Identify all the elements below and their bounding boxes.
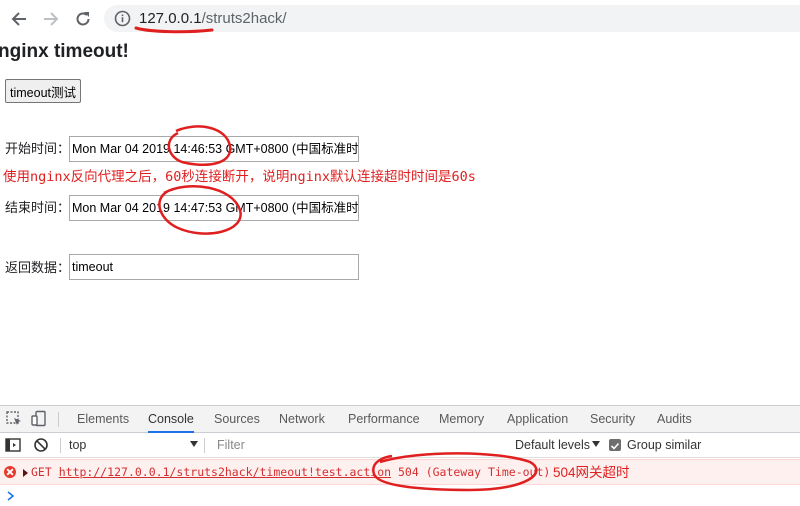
result-label: 返回数据： [5,260,71,275]
forward-arrow-icon[interactable] [40,8,62,30]
start-time-label: 开始时间： [5,141,71,156]
browser-toolbar: 127.0.0.1/struts2hack/ [0,0,800,38]
devtools-panel: Elements Console Sources Network Perform… [0,405,800,501]
tab-performance[interactable]: Performance [348,406,420,433]
console-filterbar: top Filter Default levels Group similar [0,433,800,458]
url-host: 127.0.0.1 [139,10,202,27]
annotation-text: 使用nginx反向代理之后，60秒连接断开，说明nginx默认连接超时时间是60… [3,169,476,185]
filter-separator [204,438,205,453]
tab-application[interactable]: Application [507,406,568,433]
tab-console[interactable]: Console [148,406,194,433]
tab-audits[interactable]: Audits [657,406,692,433]
device-toolbar-icon[interactable] [30,410,48,428]
inspect-element-icon[interactable] [5,410,23,428]
url-path: /struts2hack/ [201,10,287,27]
address-bar[interactable]: 127.0.0.1/struts2hack/ [104,5,800,32]
url-text[interactable]: 127.0.0.1/struts2hack/ [139,9,287,28]
tab-elements[interactable]: Elements [77,406,129,433]
timeout-test-button[interactable]: timeout测试 [5,79,81,103]
error-url-link[interactable]: http://127.0.0.1/struts2hack/timeout!tes… [59,465,391,479]
error-icon [4,466,16,478]
clear-console-icon[interactable] [32,436,50,454]
chevron-down-icon[interactable] [190,441,198,447]
reload-icon[interactable] [72,8,94,30]
filter-separator [60,438,61,453]
console-prompt-icon[interactable] [6,488,16,501]
tab-security[interactable]: Security [590,406,635,433]
back-arrow-icon[interactable] [8,8,30,30]
info-icon[interactable] [114,10,131,27]
error-status: 504 (Gateway Time-out) [398,465,551,479]
log-levels-dropdown[interactable]: Default levels [515,437,590,453]
error-message: GET http://127.0.0.1/struts2hack/timeout… [31,465,550,480]
sidebar-toggle-icon[interactable] [4,436,22,454]
console-error-row[interactable]: GET http://127.0.0.1/struts2hack/timeout… [0,459,800,485]
console-filter-input[interactable]: Filter [209,434,505,456]
devtools-tabbar: Elements Console Sources Network Perform… [0,406,800,433]
tab-network[interactable]: Network [279,406,325,433]
group-similar-checkbox[interactable] [609,439,621,451]
tab-sources[interactable]: Sources [214,406,260,433]
end-time-label: 结束时间： [5,200,71,215]
page-title: nginx timeout! [0,41,129,62]
chevron-down-icon[interactable] [592,441,600,447]
tab-memory[interactable]: Memory [439,406,484,433]
group-similar-label: Group similar [627,438,702,452]
error-method: GET [31,465,52,479]
error-note: 504网关超时 [553,465,630,480]
end-time-input[interactable]: Mon Mar 04 2019 14:47:53 GMT+0800 (中国标准时… [69,195,359,221]
context-selector[interactable]: top [69,437,86,453]
tab-separator [58,412,59,427]
start-time-input[interactable]: Mon Mar 04 2019 14:46:53 GMT+0800 (中国标准时… [69,136,359,162]
expand-triangle-icon[interactable] [23,469,28,477]
result-input[interactable]: timeout [69,254,359,280]
